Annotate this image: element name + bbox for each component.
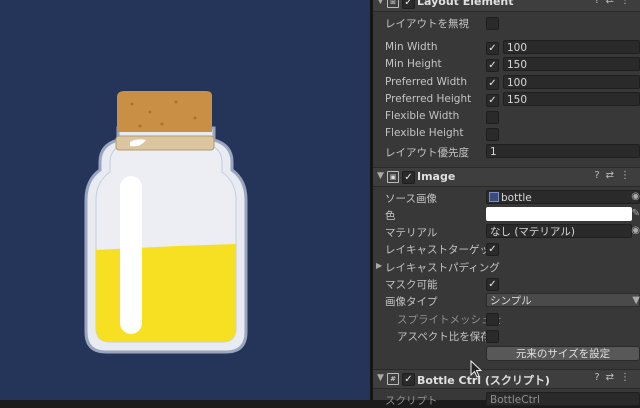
layout-element-icon: ⊞: [387, 0, 399, 8]
min-height-checkbox[interactable]: ✓: [486, 59, 499, 72]
image-type-row: 画像タイプ シンプル ▼: [373, 292, 640, 309]
source-image-value: bottle: [501, 192, 532, 204]
layout-element-title: Layout Element: [417, 0, 514, 8]
flexible-height-row: Flexible Height: [373, 125, 640, 142]
preferred-height-checkbox[interactable]: ✓: [486, 94, 499, 107]
bottle-image: [84, 91, 248, 354]
fold-arrow-icon[interactable]: ▼: [377, 171, 384, 181]
flexible-width-checkbox[interactable]: [486, 111, 499, 124]
min-width-input[interactable]: 100: [503, 40, 640, 54]
field-label: レイキャストパディング: [385, 262, 500, 274]
eyedropper-icon[interactable]: ✎: [632, 208, 640, 219]
field-label: Min Height: [385, 58, 442, 70]
ignore-layout-checkbox[interactable]: [486, 17, 499, 30]
field-label: ソース画像: [385, 193, 437, 205]
inspector-panel: ▼ ⊞ ✓ Layout Element ?⇄⋮ レイアウトを無視 Min Wi…: [373, 0, 640, 407]
min-width-row: Min Width ✓ 100: [373, 39, 640, 56]
scene-view[interactable]: [0, 0, 370, 400]
preferred-width-input[interactable]: 100: [503, 75, 640, 89]
image-component-title: Image: [417, 170, 456, 183]
layout-element-enabled-checkbox[interactable]: ✓: [402, 0, 415, 9]
set-native-size-button[interactable]: 元来のサイズを設定: [486, 346, 640, 361]
mouse-cursor-icon: [470, 360, 482, 378]
fold-arrow-icon[interactable]: ▼: [377, 373, 384, 383]
maskable-checkbox[interactable]: ✓: [486, 278, 499, 291]
bottle-ctrl-header[interactable]: ▼ # ✓ Bottle Ctrl (スクリプト) ?⇄⋮: [373, 369, 640, 389]
script-field: BottleCtrl: [486, 392, 640, 406]
image-enabled-checkbox[interactable]: ✓: [402, 171, 415, 184]
script-icon: #: [387, 373, 399, 385]
material-field[interactable]: なし (マテリアル): [486, 224, 632, 238]
raycast-padding-row[interactable]: ▶ レイキャストパディング: [373, 258, 640, 275]
source-image-field[interactable]: bottle: [486, 190, 640, 204]
color-row: 色 ✎: [373, 206, 640, 223]
field-label: マスク可能: [385, 279, 438, 291]
image-component-icon: ▣: [387, 171, 399, 183]
field-label: マテリアル: [385, 227, 438, 239]
field-label: 色: [385, 210, 396, 222]
field-label: レイキャストターゲット: [385, 244, 501, 256]
flexible-width-row: Flexible Width: [373, 108, 640, 125]
use-sprite-mesh-checkbox[interactable]: [486, 313, 499, 326]
preferred-width-checkbox[interactable]: ✓: [486, 77, 499, 90]
field-label: レイアウト優先度: [385, 147, 469, 159]
sprite-icon: [489, 192, 499, 202]
field-label: 画像タイプ: [385, 296, 438, 308]
field-label: アスペクト比を保存: [397, 331, 491, 343]
field-label: レイアウトを無視: [385, 18, 469, 30]
source-image-row: ソース画像 bottle ◉: [373, 189, 640, 206]
color-swatch[interactable]: [486, 207, 632, 221]
flexible-height-checkbox[interactable]: [486, 128, 499, 141]
field-label: Min Width: [385, 41, 438, 53]
min-width-checkbox[interactable]: ✓: [486, 42, 499, 55]
component-menu-icons[interactable]: ?⇄⋮: [594, 372, 636, 383]
layout-element-header[interactable]: ▼ ⊞ ✓ Layout Element ?⇄⋮: [373, 0, 640, 12]
min-height-row: Min Height ✓ 150: [373, 56, 640, 73]
fold-arrow-icon[interactable]: ▼: [377, 0, 384, 6]
image-type-dropdown[interactable]: シンプル: [486, 293, 640, 307]
bottle-ctrl-enabled-checkbox[interactable]: ✓: [402, 373, 415, 386]
ignore-layout-row: レイアウトを無視: [373, 14, 640, 31]
field-label: スクリプト: [385, 395, 438, 407]
chevron-down-icon: ▼: [632, 295, 640, 306]
material-row: マテリアル なし (マテリアル) ◉: [373, 223, 640, 240]
component-menu-icons[interactable]: ?⇄⋮: [594, 0, 636, 6]
field-label: Flexible Width: [385, 110, 460, 122]
field-label: Preferred Height: [385, 93, 472, 105]
layout-priority-row: レイアウト優先度 1: [373, 143, 640, 160]
component-menu-icons[interactable]: ?⇄⋮: [594, 170, 636, 181]
raycast-target-row: レイキャストターゲット ✓: [373, 240, 640, 257]
preserve-aspect-checkbox[interactable]: [486, 330, 499, 343]
preserve-aspect-row: アスペクト比を保存: [373, 327, 640, 344]
min-height-input[interactable]: 150: [503, 57, 640, 71]
image-component-header[interactable]: ▼ ▣ ✓ Image ?⇄⋮: [373, 167, 640, 187]
expand-arrow-icon[interactable]: ▶: [376, 261, 382, 270]
preferred-height-input[interactable]: 150: [503, 92, 640, 106]
object-picker-icon[interactable]: ◉: [631, 225, 640, 236]
field-label: Preferred Width: [385, 76, 468, 88]
object-picker-icon[interactable]: ◉: [631, 191, 640, 202]
layout-priority-input[interactable]: 1: [486, 144, 640, 158]
maskable-row: マスク可能 ✓: [373, 275, 640, 292]
preferred-width-row: Preferred Width ✓ 100: [373, 74, 640, 91]
bottle-ctrl-title: Bottle Ctrl (スクリプト): [417, 374, 550, 387]
use-sprite-mesh-row: スプライトメッシュを: [373, 310, 640, 327]
raycast-target-checkbox[interactable]: ✓: [486, 243, 499, 256]
field-label: Flexible Height: [385, 127, 464, 139]
preferred-height-row: Preferred Height ✓ 150: [373, 91, 640, 108]
